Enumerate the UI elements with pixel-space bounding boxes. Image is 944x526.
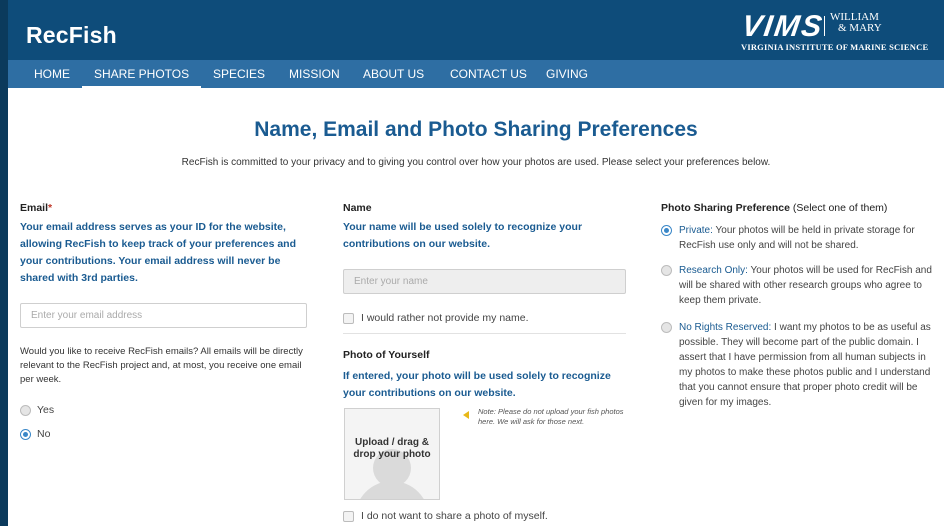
institute-name: VIRGINIA INSTITUTE OF MARINE SCIENCE — [741, 42, 929, 52]
name-label: Name — [343, 202, 372, 214]
email-label-text: Email — [20, 202, 49, 214]
newsletter-question: Would you like to receive RecFish emails… — [20, 346, 303, 385]
page-title: Name, Email and Photo Sharing Preference… — [254, 118, 698, 141]
vims-logo[interactable]: VIMS WILLIAM & MARY VIRGINIA INSTITUTE O… — [740, 10, 940, 54]
radio-no[interactable] — [20, 429, 31, 440]
required-mark: * — [48, 202, 53, 214]
sharing-option-research[interactable]: Research Only: Your photos will be used … — [661, 263, 941, 308]
section-divider — [343, 333, 626, 334]
photo-opt-out-checkbox[interactable] — [343, 511, 354, 522]
nav-share-photos[interactable]: SHARE PHOTOS — [82, 60, 202, 88]
avatar-placeholder-body — [355, 481, 429, 499]
sharing-option-research-text: Research Only: Your photos will be used … — [679, 263, 941, 308]
radio-private[interactable] — [661, 225, 672, 236]
nav-contact-us[interactable]: CONTACT US — [450, 60, 527, 88]
sharing-option-no-rights[interactable]: No Rights Reserved: I want my photos to … — [661, 320, 941, 410]
name-input[interactable]: Enter your name — [343, 269, 626, 294]
email-input[interactable]: Enter your email address — [20, 303, 307, 328]
nav-home[interactable]: HOME — [34, 60, 70, 88]
research-title: Research Only: — [679, 265, 748, 276]
name-opt-out-checkbox[interactable] — [343, 313, 354, 324]
upload-label: Upload / drag & drop your photo — [353, 437, 431, 460]
no-rights-title: No Rights Reserved: — [679, 322, 772, 333]
newsletter-option-no[interactable]: No — [20, 428, 50, 440]
radio-no-rights[interactable] — [661, 322, 672, 333]
left-frame-edge — [0, 0, 8, 526]
photo-opt-out-label[interactable]: I do not want to share a photo of myself… — [361, 510, 548, 522]
sharing-option-private[interactable]: Private: Your photos will be held in pri… — [661, 223, 941, 253]
nav-giving[interactable]: GIVING — [546, 60, 588, 88]
sharing-label-text: Photo Sharing Preference — [661, 202, 790, 214]
email-label: Email* — [20, 202, 52, 214]
email-description: Your email address serves as your ID for… — [20, 221, 296, 284]
nav-mission[interactable]: MISSION — [289, 60, 340, 88]
radio-research[interactable] — [661, 265, 672, 276]
radio-yes[interactable] — [20, 405, 31, 416]
photo-description: If entered, your photo will be used sole… — [343, 370, 611, 399]
vims-wordmark: VIMS — [739, 10, 826, 43]
sharing-label-hint: (Select one of them) — [792, 202, 888, 214]
nav-species[interactable]: SPECIES — [213, 60, 265, 88]
sharing-option-private-text: Private: Your photos will be held in pri… — [679, 223, 941, 253]
brand-logo-text[interactable]: RecFish — [26, 22, 117, 49]
main-nav: HOME SHARE PHOTOS SPECIES MISSION ABOUT … — [8, 60, 944, 88]
name-description: Your name will be used solely to recogni… — [343, 221, 583, 250]
site-header: RecFish VIMS WILLIAM & MARY VIRGINIA INS… — [8, 0, 944, 60]
newsletter-option-yes[interactable]: Yes — [20, 404, 54, 416]
logo-divider — [824, 16, 825, 36]
sharing-label: Photo Sharing Preference (Select one of … — [661, 202, 887, 214]
note-pointer-icon — [463, 411, 469, 419]
page-intro: RecFish is committed to your privacy and… — [181, 157, 771, 168]
no-rights-desc: I want my photos to be as useful as poss… — [679, 322, 931, 408]
private-desc: Your photos will be held in private stor… — [679, 225, 915, 251]
private-title: Private: — [679, 225, 713, 236]
photo-upload-dropzone[interactable]: Upload / drag & drop your photo — [344, 408, 440, 500]
name-opt-out-label[interactable]: I would rather not provide my name. — [361, 312, 529, 324]
upload-note: Note: Please do not upload your fish pho… — [478, 407, 624, 426]
nav-about-us[interactable]: ABOUT US — [363, 60, 424, 88]
mary-text: & MARY — [838, 22, 882, 34]
sharing-option-no-rights-text: No Rights Reserved: I want my photos to … — [679, 320, 941, 410]
photo-label: Photo of Yourself — [343, 349, 430, 361]
william-mary-wordmark: WILLIAM & MARY — [830, 12, 882, 34]
